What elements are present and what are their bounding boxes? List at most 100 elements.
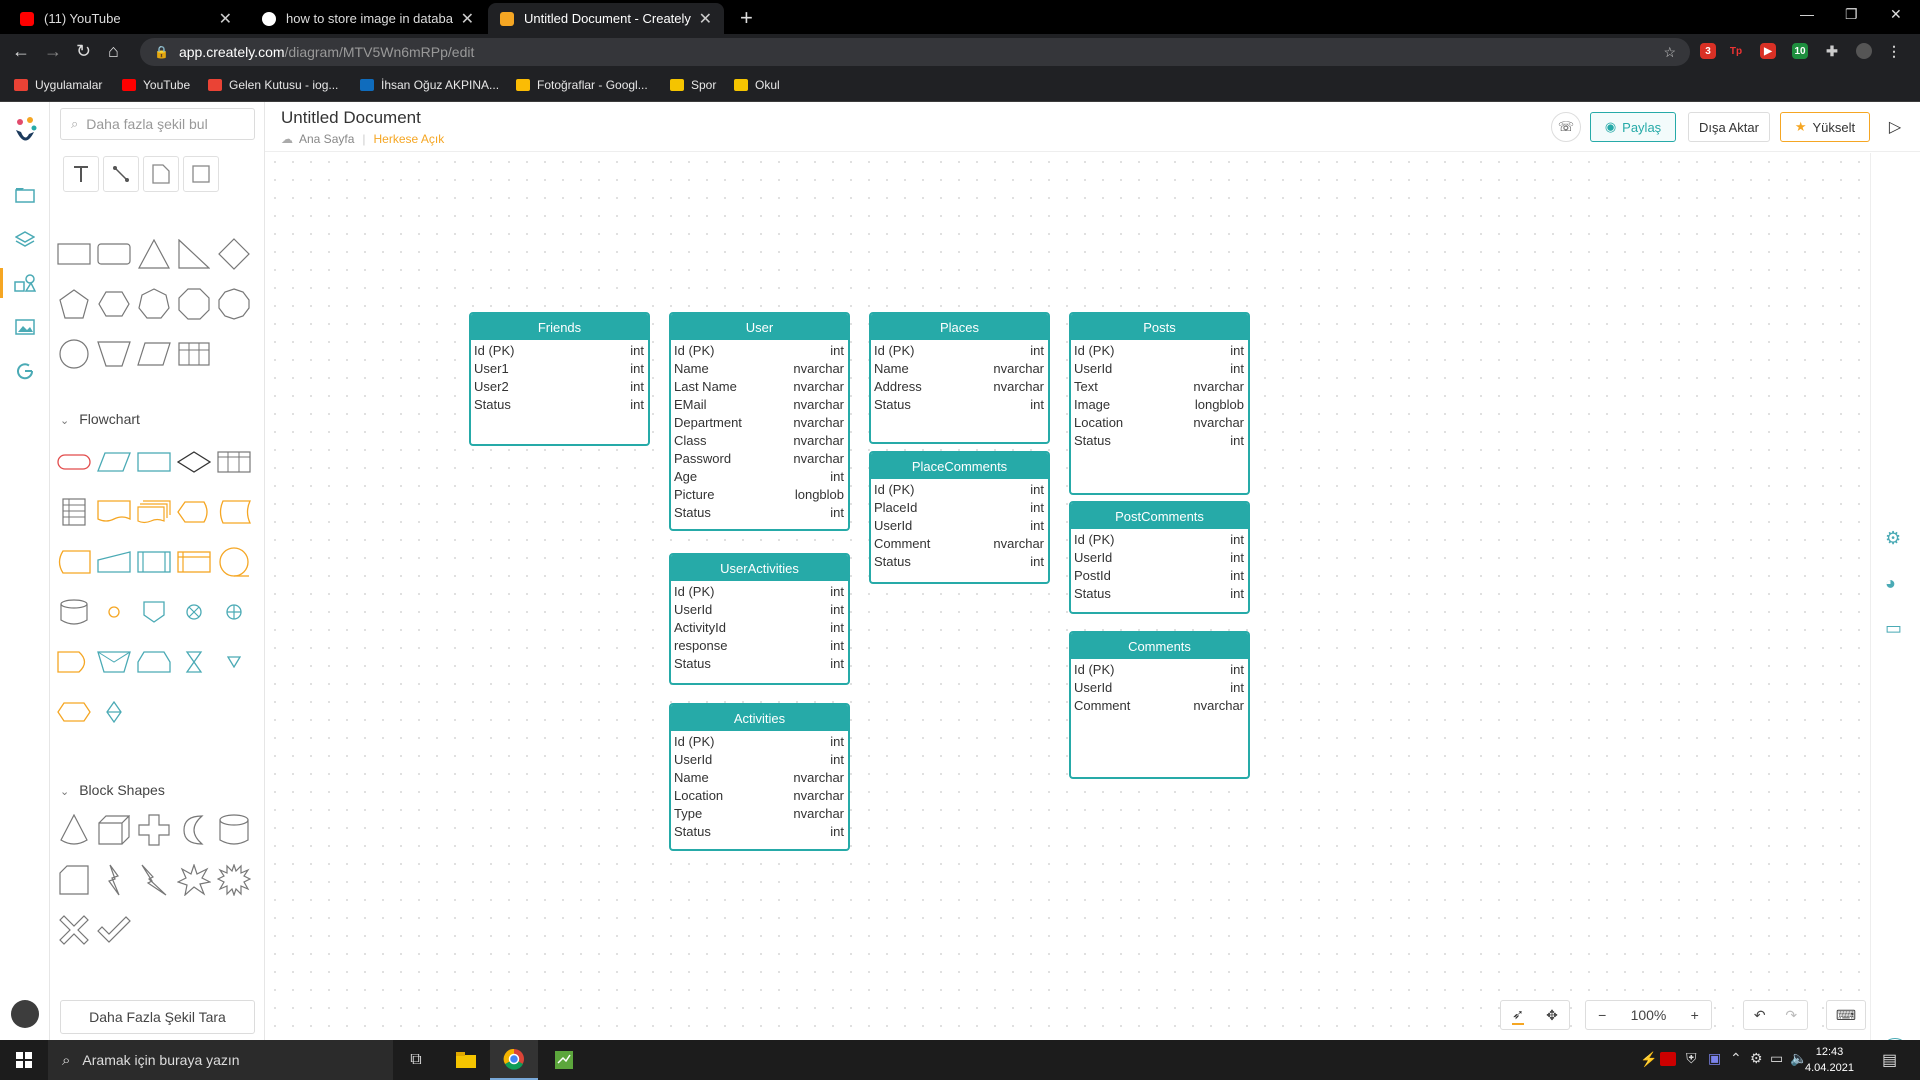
- diamond-shape[interactable]: [216, 236, 252, 272]
- internal-storage-shape[interactable]: [56, 494, 92, 530]
- decision-shape[interactable]: [176, 444, 212, 480]
- connector-tool[interactable]: [103, 156, 139, 192]
- zoom-level[interactable]: 100%: [1631, 1007, 1667, 1023]
- sort-shape[interactable]: [96, 694, 132, 730]
- database-shape[interactable]: [56, 594, 92, 630]
- octagon-shape[interactable]: [176, 286, 212, 322]
- document-title[interactable]: Untitled Document: [281, 108, 421, 128]
- system-clock[interactable]: 12:43 4.04.2021: [1805, 1044, 1854, 1076]
- internal-storage-shape-2[interactable]: [176, 544, 212, 580]
- document-shape[interactable]: [96, 494, 132, 530]
- table-shape[interactable]: [176, 336, 212, 372]
- bookmark-gmail[interactable]: Gelen Kutusu - iog...: [208, 78, 338, 92]
- more-shapes-button[interactable]: Daha Fazla Şekil Tara: [60, 1000, 255, 1034]
- bookmark-youtube[interactable]: YouTube: [122, 78, 190, 92]
- close-icon[interactable]: ✕: [699, 9, 712, 29]
- trapezoid-shape[interactable]: [96, 336, 132, 372]
- comment-icon[interactable]: ▭: [1885, 618, 1902, 639]
- notepad-app-icon[interactable]: [540, 1040, 588, 1080]
- text-tool[interactable]: [63, 156, 99, 192]
- notifications-icon[interactable]: ▤: [1882, 1050, 1897, 1070]
- frame-tool[interactable]: [183, 156, 219, 192]
- minimize-button[interactable]: —: [1800, 6, 1814, 22]
- reload-icon[interactable]: ↻: [76, 41, 91, 62]
- off-page-connector-shape[interactable]: [136, 594, 172, 630]
- delay-shape[interactable]: [56, 644, 92, 680]
- youtube-extension-icon[interactable]: ▶: [1760, 43, 1776, 59]
- entity-user[interactable]: User Id (PK) int Name nvarchar Last Name nvar…: [669, 312, 850, 531]
- bookmark-spor[interactable]: Spor: [670, 78, 716, 92]
- restore-button[interactable]: ❐: [1845, 6, 1858, 23]
- loop-limit-shape[interactable]: [96, 644, 132, 680]
- pan-icon[interactable]: ✥: [1546, 1007, 1558, 1024]
- shapes-icon[interactable]: [12, 270, 38, 296]
- parallelogram-shape[interactable]: [136, 336, 172, 372]
- network-icon[interactable]: ▭: [1770, 1050, 1783, 1067]
- present-play-icon[interactable]: ▷: [1880, 112, 1910, 142]
- home-icon[interactable]: ⌂: [108, 41, 119, 62]
- forward-icon[interactable]: →: [44, 41, 62, 62]
- taskbar-search-input[interactable]: ⌕ Aramak için buraya yazın: [48, 1040, 393, 1080]
- star-icon[interactable]: ☆: [1663, 44, 1676, 61]
- entity-posts[interactable]: Posts Id (PK) int UserId int Text nvarchar Ima…: [1069, 312, 1250, 495]
- manual-operation-shape[interactable]: [56, 544, 92, 580]
- close-icon[interactable]: ✕: [461, 9, 474, 29]
- palette-icon[interactable]: ◕: [1885, 573, 1896, 594]
- entity-friends[interactable]: Friends Id (PK) int User1 int User2 int Status…: [469, 312, 650, 446]
- multi-document-shape[interactable]: [136, 494, 172, 530]
- section-flowchart[interactable]: ⌄ Flowchart: [60, 411, 140, 427]
- creately-logo[interactable]: [12, 116, 38, 152]
- extension-icon[interactable]: Tp: [1728, 43, 1744, 59]
- entity-placecomments[interactable]: PlaceComments Id (PK) int PlaceId int UserId…: [869, 451, 1050, 584]
- close-icon[interactable]: ✕: [219, 9, 232, 29]
- breadcrumb-home[interactable]: Ana Sayfa: [299, 132, 354, 146]
- address-bar[interactable]: 🔒 app.creately.com/diagram/MTV5Wn6mRPp/e…: [140, 38, 1690, 66]
- entity-useractivities[interactable]: UserActivities Id (PK) int UserId int Activi…: [669, 553, 850, 685]
- layers-icon[interactable]: [12, 226, 38, 252]
- pentagon-shape[interactable]: [56, 286, 92, 322]
- right-triangle-shape[interactable]: [176, 236, 212, 272]
- tray-icon[interactable]: ⚙: [1750, 1050, 1763, 1067]
- folder-icon[interactable]: [12, 182, 38, 208]
- entity-places[interactable]: Places Id (PK) int Name nvarchar Address nvar…: [869, 312, 1050, 444]
- phone-icon[interactable]: ☏: [1551, 112, 1581, 142]
- entity-comments[interactable]: Comments Id (PK) int UserId int Comment nvarc…: [1069, 631, 1250, 779]
- entity-activities[interactable]: Activities Id (PK) int UserId int Name nvarch…: [669, 703, 850, 851]
- google-icon[interactable]: [12, 358, 38, 384]
- profile-avatar[interactable]: [1856, 43, 1872, 59]
- puzzle-icon[interactable]: ✚: [1824, 43, 1840, 59]
- terminator-shape[interactable]: [56, 444, 92, 480]
- windows-start-icon[interactable]: [0, 1040, 48, 1080]
- hexagon-shape[interactable]: [96, 286, 132, 322]
- connector-circle-shape[interactable]: [96, 594, 132, 630]
- bookmark-okul[interactable]: Okul: [734, 78, 780, 92]
- task-view-icon[interactable]: ⧉: [392, 1040, 440, 1080]
- merge-shape[interactable]: [216, 644, 252, 680]
- rectangle-shape[interactable]: [56, 236, 92, 272]
- extension-icon[interactable]: 3: [1700, 43, 1716, 59]
- entity-postcomments[interactable]: PostComments Id (PK) int UserId int PostId in…: [1069, 501, 1250, 614]
- display-shape[interactable]: [176, 494, 212, 530]
- cross-shape[interactable]: [136, 812, 172, 848]
- user-avatar[interactable]: [11, 1000, 39, 1028]
- chevron-up-icon[interactable]: ⌃: [1730, 1050, 1742, 1067]
- tray-icon[interactable]: [1660, 1052, 1676, 1066]
- sequential-data-shape[interactable]: [216, 544, 252, 580]
- tray-icon[interactable]: ⚡: [1640, 1051, 1657, 1068]
- lightning-bolt-shape[interactable]: [96, 862, 132, 898]
- moon-shape[interactable]: [176, 812, 212, 848]
- settings-icon[interactable]: ⚙: [1885, 528, 1901, 549]
- stored-data-shape[interactable]: [216, 494, 252, 530]
- extension-icon[interactable]: 10: [1792, 43, 1808, 59]
- keyboard-shortcuts-icon[interactable]: ⌨: [1826, 1000, 1866, 1030]
- check-mark-shape[interactable]: [96, 912, 132, 948]
- upgrade-button[interactable]: ★ Yükselt: [1780, 112, 1870, 142]
- redo-icon[interactable]: ↷: [1785, 1007, 1797, 1024]
- section-block-shapes[interactable]: ⌄ Block Shapes: [60, 782, 165, 798]
- lightning-shape[interactable]: [136, 862, 172, 898]
- rounded-rectangle-shape[interactable]: [96, 236, 132, 272]
- process-shape[interactable]: [136, 444, 172, 480]
- decagon-shape[interactable]: [216, 286, 252, 322]
- select-pointer-icon[interactable]: ➶: [1512, 1006, 1524, 1025]
- back-icon[interactable]: ←: [12, 41, 30, 62]
